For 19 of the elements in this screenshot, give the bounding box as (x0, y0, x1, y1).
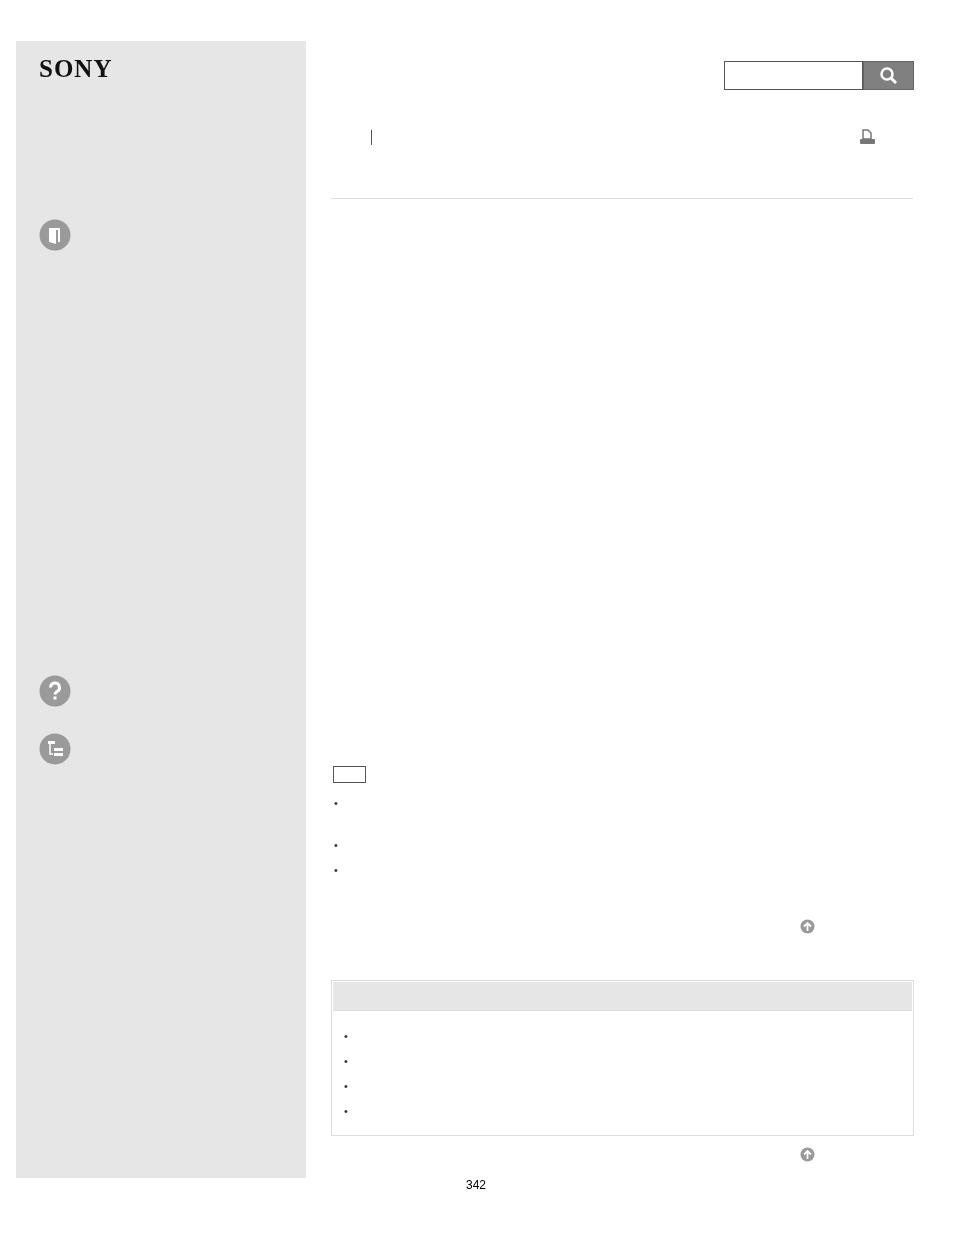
bullet: • (334, 864, 338, 876)
printer-icon[interactable] (859, 129, 876, 145)
search-field[interactable] (724, 61, 863, 90)
back-to-top-icon[interactable] (800, 1147, 815, 1162)
bullet: • (344, 1105, 348, 1117)
back-to-top-icon[interactable] (800, 919, 815, 934)
bullet: • (344, 1030, 348, 1042)
sony-logo[interactable]: SONY (39, 55, 113, 83)
page-number: 342 (466, 1177, 487, 1193)
bullet: • (344, 1080, 348, 1092)
bullet: • (334, 839, 338, 851)
search-icon (878, 65, 899, 86)
tree-icon[interactable] (39, 733, 71, 765)
bullet: • (344, 1055, 348, 1067)
book-icon[interactable] (39, 219, 71, 251)
help-icon[interactable] (39, 675, 71, 707)
bullet: • (334, 797, 338, 809)
search-button[interactable] (863, 61, 914, 90)
note-label (333, 766, 366, 783)
